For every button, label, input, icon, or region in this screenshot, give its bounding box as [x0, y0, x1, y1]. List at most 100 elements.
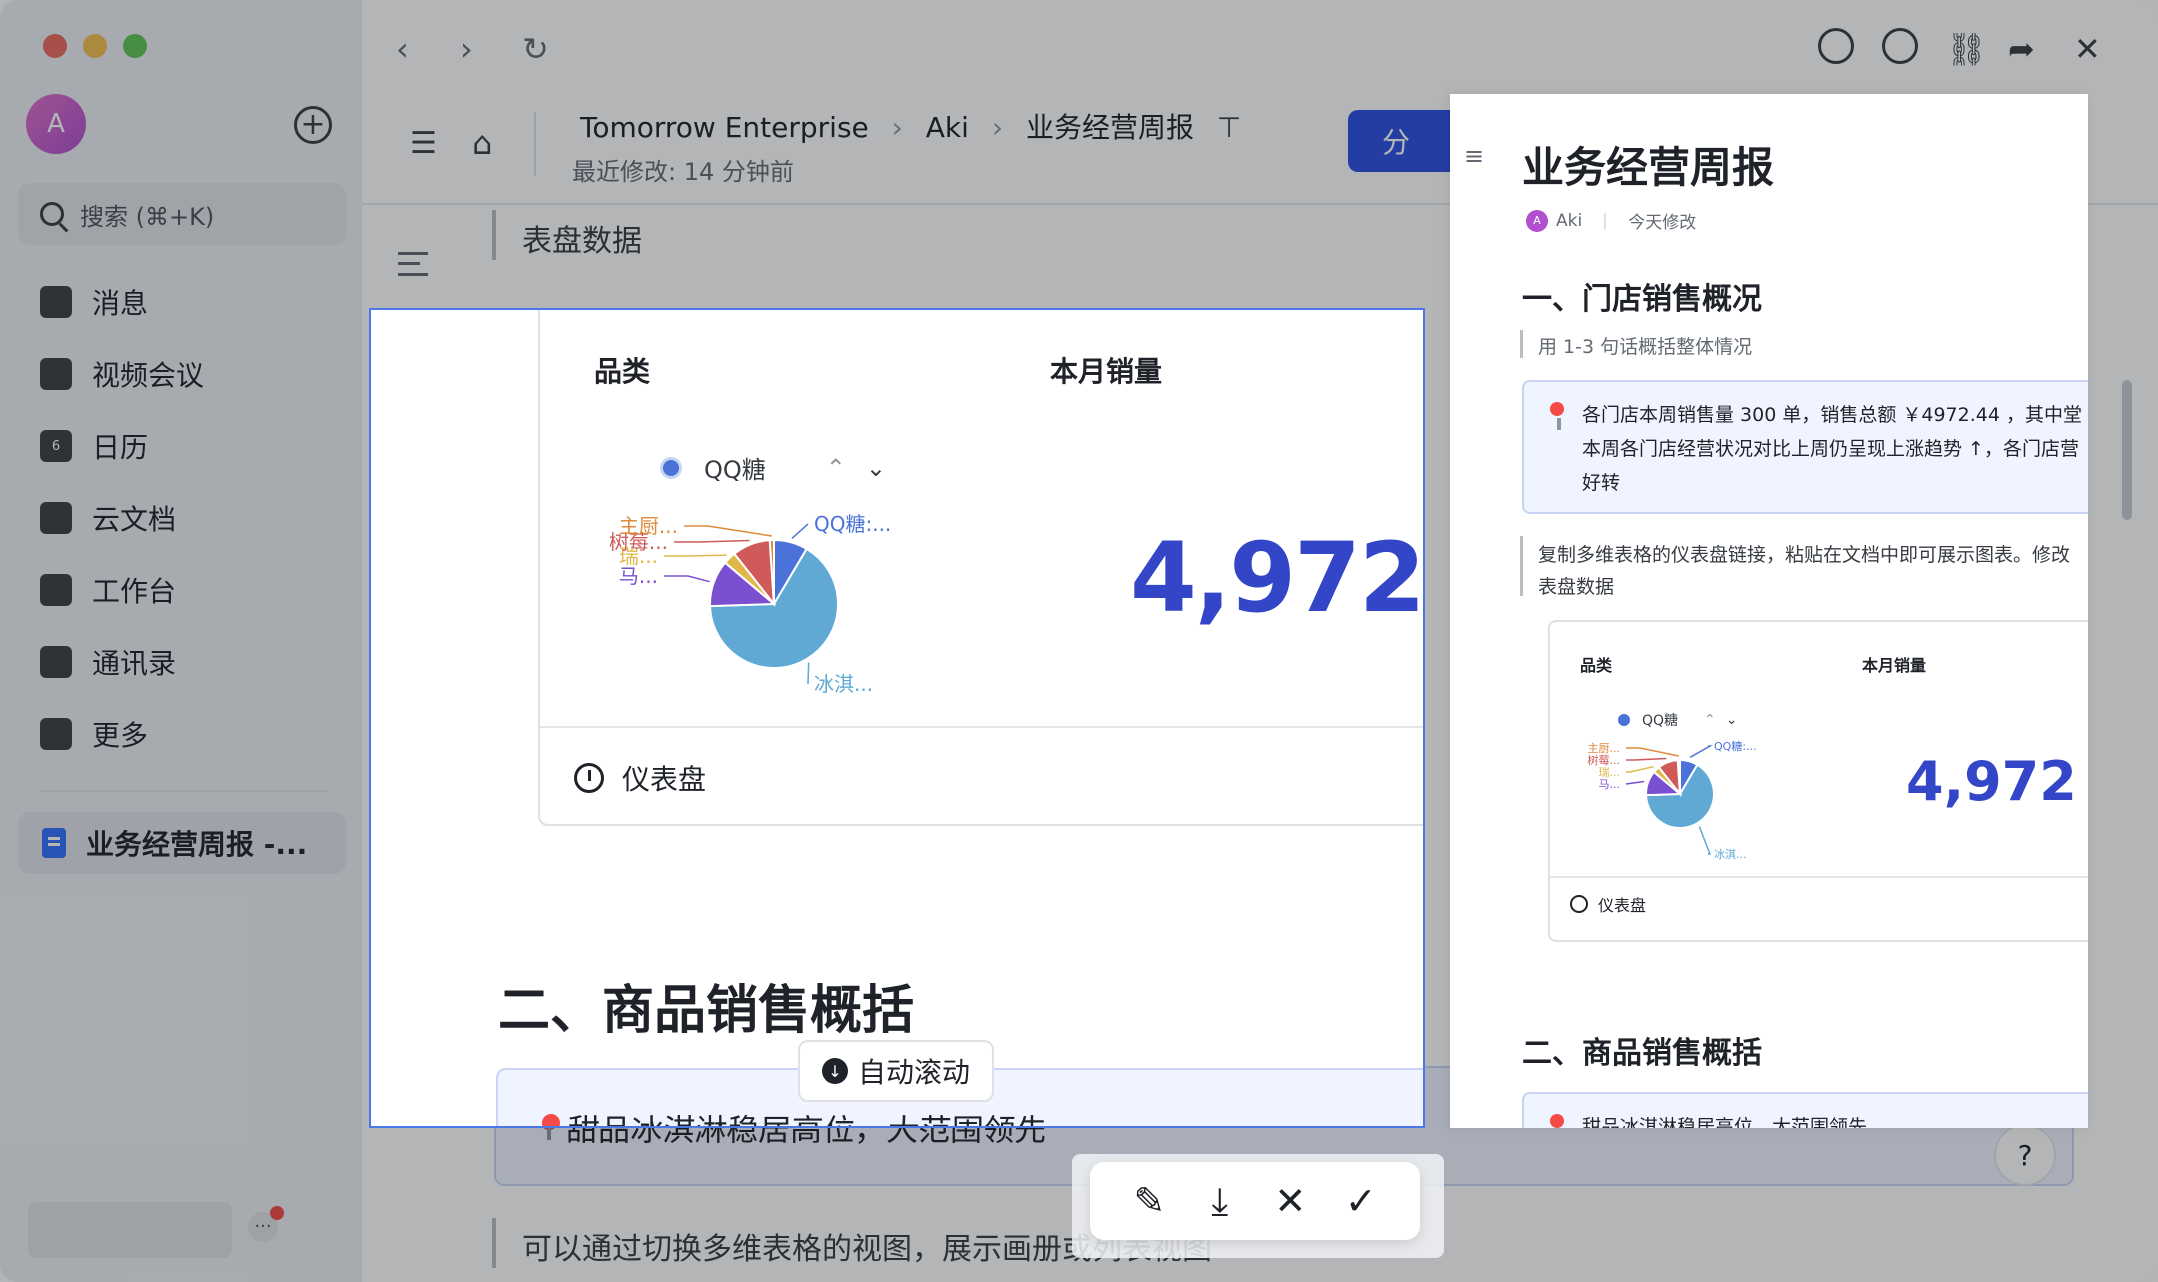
cancel-icon[interactable]: ✕: [1265, 1179, 1315, 1223]
monthly-sales-value: 4,972: [1906, 750, 2077, 813]
callout-text: 甜品冰淇淋稳居高位，大范围领先: [568, 1106, 1048, 1126]
pie-label-line: [1625, 780, 1645, 785]
sidebar-item-label: 消息: [92, 287, 149, 320]
avatar[interactable]: A: [26, 94, 86, 154]
pie-label-line: [684, 525, 772, 537]
home-icon[interactable]: ⌂: [472, 124, 492, 162]
messages-icon: [40, 286, 72, 318]
pin-icon[interactable]: ⊤: [1217, 111, 1241, 144]
sidebar-item-workplace[interactable]: 工作台: [40, 562, 176, 618]
confirm-check-icon[interactable]: ✓: [1336, 1179, 1386, 1223]
sidebar-item-contacts[interactable]: 通讯录: [40, 634, 176, 690]
breadcrumb-folder[interactable]: Aki: [926, 111, 969, 144]
quote-bar: [492, 210, 496, 260]
toc-icon[interactable]: ≡: [1464, 142, 1484, 170]
down-arrow-icon: ↓: [821, 1058, 848, 1084]
pie-slice-label: 树莓...: [1588, 753, 1621, 767]
toc-icon[interactable]: [398, 252, 428, 276]
sidebar-item-video-meetings[interactable]: 视频会议: [40, 346, 204, 402]
more-apps-icon: [40, 718, 72, 750]
panel-title: 品类: [594, 355, 651, 388]
dashboard-footer[interactable]: 仪表盘: [1570, 892, 1646, 916]
video-camera-icon: [40, 358, 72, 390]
last-modified: 最近修改: 14 分钟前: [572, 158, 794, 186]
section-heading: 二、商品销售概括: [498, 981, 915, 1041]
create-new-button[interactable]: +: [294, 106, 332, 144]
quote-bar: [1520, 536, 1523, 596]
preview-hint: 用 1-3 句话概括整体情况: [1538, 336, 1753, 358]
legend: QQ糖 ⌃ ⌄: [1618, 710, 1738, 730]
legend-label: QQ糖: [704, 456, 766, 484]
dashboard-label: 仪表盘: [622, 763, 707, 796]
sidebar-item-label: 工作台: [92, 575, 177, 608]
pie-slice-label: 瑞...: [1599, 765, 1621, 779]
quote-bar: [1520, 330, 1523, 358]
monthly-sales-value: 4,972: [1130, 522, 1424, 634]
pie-label-line: [791, 523, 809, 539]
search-input[interactable]: 搜索 (⌘+K): [18, 183, 346, 245]
pie-slice-label: 冰淇...: [814, 672, 873, 696]
callout-line: 本周各门店经营状况对比上周仍呈现上涨趋势 ↑，各门店营: [1582, 438, 2079, 460]
legend: QQ糖 ⌃ ⌄: [660, 450, 886, 485]
dashboard-footer[interactable]: 仪表盘: [574, 758, 706, 798]
author-avatar: A: [1526, 209, 1548, 232]
divider: [1604, 212, 1607, 229]
comments-icon[interactable]: [1818, 28, 1854, 64]
callout-line: 好转: [1582, 472, 1621, 494]
author-name: Aki: [1556, 210, 1583, 231]
dashboard-footer-border: [540, 726, 1423, 728]
pie-slice-label: 冰淇...: [1714, 848, 1747, 861]
legend-dot: [1618, 714, 1630, 726]
sidebar-item-label: 视频会议: [92, 359, 205, 392]
panel-title: 本月销量: [1862, 656, 1927, 675]
auto-scroll-button[interactable]: ↓ 自动滚动: [798, 1040, 994, 1102]
docs-icon: [40, 502, 72, 534]
chevron-up-icon[interactable]: ⌃: [826, 454, 846, 482]
minimize-window-button[interactable]: [83, 34, 107, 58]
sidebar-item-more[interactable]: 更多: [40, 706, 148, 762]
sidebar: A + 搜索 (⌘+K) 消息 视频会议 6 日历 云文档 工作台 通讯录 更多…: [0, 0, 362, 1282]
scrollbar-thumb[interactable]: [2122, 380, 2132, 520]
download-icon[interactable]: ⤓: [1195, 1179, 1245, 1224]
pie-slice-label: 主厨...: [1588, 742, 1621, 755]
sidebar-item-label: 云文档: [92, 503, 177, 536]
breadcrumb-current[interactable]: 业务经营周报: [1026, 111, 1194, 144]
dashboard-icon: [574, 763, 604, 793]
sidebar-item-calendar[interactable]: 6 日历: [40, 418, 148, 474]
edit-pencil-icon[interactable]: ✎: [1124, 1179, 1174, 1223]
workplace-grid-icon: [40, 574, 72, 606]
chevron-down-icon[interactable]: ⌄: [866, 454, 886, 482]
sidebar-item-docs[interactable]: 云文档: [40, 490, 176, 546]
pie-chart: QQ糖:... 冰淇... 马...瑞...树莓...主厨...: [1588, 739, 1757, 861]
breadcrumb-separator: ›: [991, 111, 1004, 144]
pie-slice-label: QQ糖:...: [814, 512, 891, 536]
sidebar-open-doc[interactable]: 业务经营周报 -...: [18, 812, 346, 874]
outline-toggle-icon[interactable]: ☰: [410, 126, 437, 161]
refresh-icon[interactable]: ↻: [522, 30, 549, 68]
pie-label-line: [1689, 745, 1713, 759]
sidebar-item-messages[interactable]: 消息: [40, 274, 148, 330]
breadcrumb-workspace[interactable]: Tomorrow Enterprise: [580, 111, 869, 144]
close-window-button[interactable]: [43, 34, 67, 58]
pin-icon: [1550, 402, 1564, 430]
chevron-up-icon[interactable]: ⌃: [1704, 712, 1716, 728]
dashboard-label: 仪表盘: [1598, 896, 1647, 915]
link-icon[interactable]: ⛓: [1946, 30, 1987, 68]
preview-section-heading: 一、门店销售概况: [1522, 282, 1762, 317]
close-icon[interactable]: ✕: [2074, 30, 2101, 68]
pie-label-line: [807, 662, 810, 685]
sidebar-item-label: 更多: [92, 719, 149, 752]
breadcrumb-separator: ›: [891, 111, 903, 144]
help-button[interactable]: ?: [1994, 1124, 2056, 1186]
share-arrow-icon[interactable]: ➦: [2008, 30, 2035, 68]
open-doc-label: 业务经营周报 -...: [86, 828, 308, 861]
capture-selection-frame[interactable]: 品类 QQ糖 ⌃ ⌄ QQ糖:... 冰淇... 马... 瑞... 树莓... 主厨..…: [369, 308, 1425, 1128]
panel-title: 本月销量: [1050, 355, 1163, 388]
pie-label-line: [1698, 826, 1712, 855]
compass-icon[interactable]: [1882, 28, 1918, 64]
forward-icon[interactable]: ›: [460, 30, 473, 68]
back-icon[interactable]: ‹: [396, 30, 409, 68]
profile-status-bar[interactable]: [28, 1202, 232, 1258]
zoom-window-button[interactable]: [123, 34, 147, 58]
chevron-down-icon[interactable]: ⌄: [1726, 712, 1738, 728]
